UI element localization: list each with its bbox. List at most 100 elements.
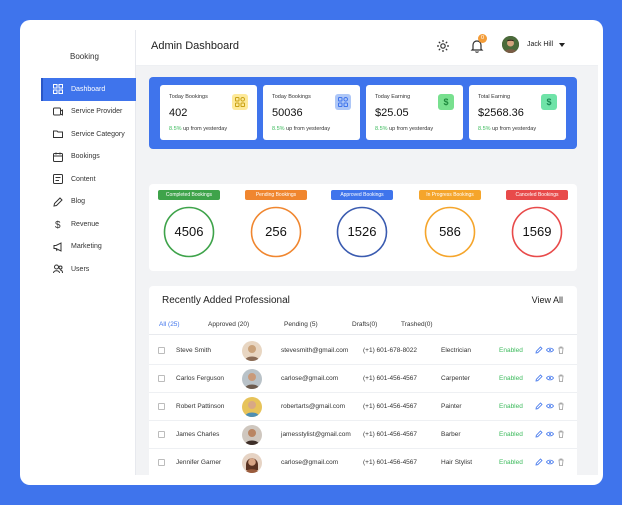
stat-label: Today Bookings <box>169 94 208 100</box>
sidebar-item-revenue[interactable]: $ Revenue <box>41 213 136 236</box>
sidebar-item-label: Bookings <box>71 153 100 161</box>
ring-label: Pending Bookings <box>245 190 307 200</box>
dollar-icon: $ <box>541 94 557 110</box>
edit-icon[interactable] <box>535 458 543 466</box>
sidebar-item-service-provider[interactable]: Service Provider <box>41 101 136 124</box>
status-badge: Enabled <box>499 403 523 410</box>
ring-stat-canceled: Canceled Bookings 1569 <box>502 190 572 268</box>
content-icon <box>53 174 63 185</box>
megaphone-icon <box>53 241 62 252</box>
sidebar-item-dashboard[interactable]: Dashboard <box>41 78 136 101</box>
edit-icon <box>53 197 63 207</box>
row-checkbox[interactable] <box>158 403 165 410</box>
edit-icon[interactable] <box>535 346 543 354</box>
sidebar-item-service-category[interactable]: Service Category <box>41 123 136 146</box>
stat-card: Today Bookings 50036 8.5% up from yester… <box>263 85 360 140</box>
page-title: Admin Dashboard <box>151 40 240 52</box>
gear-icon[interactable] <box>436 39 450 53</box>
tab-all[interactable]: All (25) <box>159 321 180 328</box>
row-name: Carlos Ferguson <box>176 375 225 382</box>
eye-icon[interactable] <box>546 458 554 466</box>
eye-icon[interactable] <box>546 346 554 354</box>
row-actions <box>535 430 565 438</box>
sidebar-nav: Dashboard Service Provider Service Categ… <box>41 78 136 281</box>
eye-icon[interactable] <box>546 374 554 382</box>
eye-icon[interactable] <box>546 402 554 410</box>
trash-icon[interactable] <box>557 402 565 410</box>
ring-value: 4506 <box>174 224 204 239</box>
row-phone: (+1) 601-456-4567 <box>363 431 418 438</box>
stat-value: $25.05 <box>375 107 409 119</box>
tab-approved[interactable]: Approved (20) <box>208 321 249 328</box>
grid-icon <box>335 94 351 110</box>
row-checkbox[interactable] <box>158 375 165 382</box>
edit-icon[interactable] <box>535 430 543 438</box>
tab-drafts[interactable]: Drafts(0) <box>352 321 377 328</box>
row-checkbox[interactable] <box>158 431 165 438</box>
table-row: Robert Pattinson robertarts@gmail.com (+… <box>149 393 577 421</box>
row-email: jamesstylist@gmail.com <box>281 431 351 438</box>
tab-trashed[interactable]: Trashed(0) <box>401 321 433 328</box>
eye-icon[interactable] <box>546 430 554 438</box>
stats-band: Today Bookings 402 8.5% up from yesterda… <box>149 77 577 149</box>
sidebar-item-label: Service Provider <box>71 108 123 116</box>
row-actions <box>535 458 565 466</box>
ring-stat-in-progress: In Progress Bookings 586 <box>415 190 485 268</box>
row-role: Painter <box>441 403 462 410</box>
row-actions <box>535 402 565 410</box>
view-all-link[interactable]: View All <box>532 295 563 305</box>
table-row: Steve Smith stevesmith@gmail.com (+1) 60… <box>149 337 577 365</box>
ring-label: Canceled Bookings <box>506 190 568 200</box>
sidebar-item-users[interactable]: Users <box>41 258 136 281</box>
stat-card: Today Bookings 402 8.5% up from yesterda… <box>160 85 257 140</box>
ring-stat-approved: Approved Bookings 1526 <box>327 190 397 268</box>
notifications-button[interactable]: 0 <box>469 34 487 54</box>
row-phone: (+1) 601-456-4567 <box>363 375 418 382</box>
trash-icon[interactable] <box>557 430 565 438</box>
row-checkbox[interactable] <box>158 347 165 354</box>
app-window: Booking Dashboard Service Provider Servi… <box>20 20 603 485</box>
user-name: Jack Hill <box>527 41 554 48</box>
trash-icon[interactable] <box>557 374 565 382</box>
table-title: Recently Added Professional <box>162 295 290 306</box>
status-badge: Enabled <box>499 459 523 466</box>
avatar <box>242 341 262 361</box>
row-email: stevesmith@gmail.com <box>281 347 349 354</box>
status-badge: Enabled <box>499 347 523 354</box>
avatar <box>242 369 262 389</box>
edit-icon[interactable] <box>535 402 543 410</box>
ring-stat-completed: Completed Bookings 4506 <box>154 190 224 268</box>
trash-icon[interactable] <box>557 346 565 354</box>
stat-card: Today Earning $25.05 8.5% up from yester… <box>366 85 463 140</box>
stat-label: Today Bookings <box>272 94 311 100</box>
stat-delta: 8.5% up from yesterday <box>478 126 537 132</box>
ring-label: Completed Bookings <box>158 190 220 200</box>
recent-professionals-card: Recently Added Professional View All All… <box>149 286 577 485</box>
sidebar-item-marketing[interactable]: Marketing <box>41 236 136 259</box>
sidebar-item-label: Revenue <box>71 220 100 228</box>
table-row: Carlos Ferguson carlose@gmail.com (+1) 6… <box>149 365 577 393</box>
sidebar-item-bookings[interactable]: Bookings <box>41 146 136 169</box>
sidebar-item-label: Service Category <box>71 130 125 138</box>
grid-icon <box>232 94 248 110</box>
sidebar-item-content[interactable]: Content <box>41 168 136 191</box>
user-menu[interactable]: Jack Hill <box>502 36 566 53</box>
dashboard-icon <box>53 84 63 95</box>
top-bar: Admin Dashboard 0 Jack Hill <box>136 30 598 66</box>
dollar-icon: $ <box>438 94 454 110</box>
main-content: Today Bookings 402 8.5% up from yesterda… <box>136 66 598 485</box>
row-actions <box>535 346 565 354</box>
tab-pending[interactable]: Pending (5) <box>284 321 318 328</box>
stat-card: Total Earning $2568.36 8.5% up from yest… <box>469 85 566 140</box>
trash-icon[interactable] <box>557 458 565 466</box>
stat-delta: 8.5% up from yesterday <box>272 126 331 132</box>
row-actions <box>535 374 565 382</box>
sidebar-item-label: Marketing <box>71 243 102 251</box>
filter-tabs: All (25) Approved (20) Pending (5) Draft… <box>159 321 569 333</box>
edit-icon[interactable] <box>535 374 543 382</box>
stat-label: Total Earning <box>478 94 511 100</box>
dollar-icon: $ <box>55 220 61 229</box>
row-checkbox[interactable] <box>158 459 165 466</box>
sidebar-item-blog[interactable]: Blog <box>41 191 136 214</box>
ring-value: 256 <box>265 224 287 239</box>
